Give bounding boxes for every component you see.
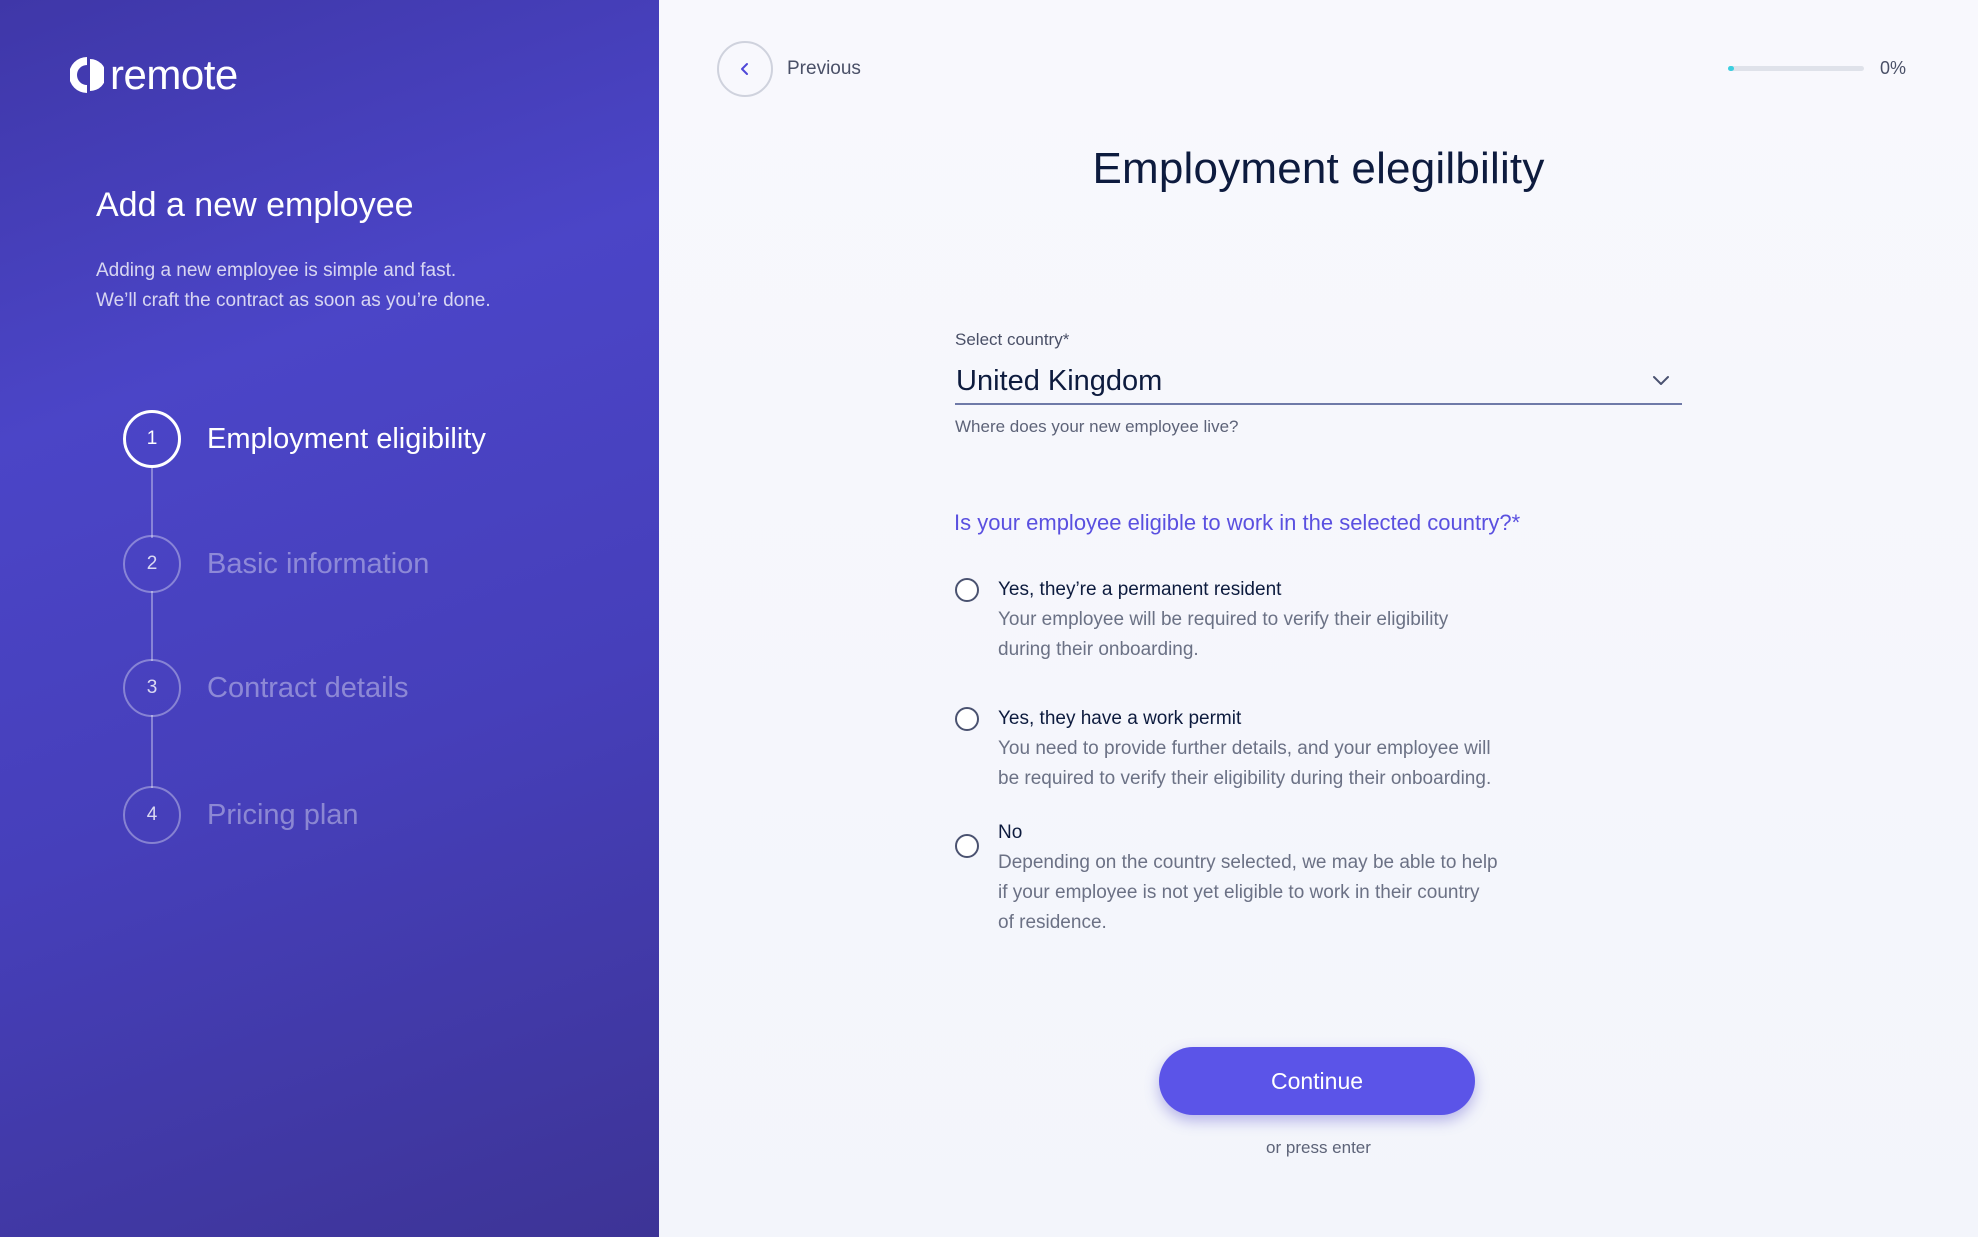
previous-label: Previous <box>787 58 861 79</box>
step-number: 2 <box>123 535 181 593</box>
progress-track <box>1727 66 1864 71</box>
progress-indicator: 0% <box>1727 58 1906 79</box>
option-description-line: if your employee is not yet eligible to … <box>998 882 1480 903</box>
option-title: No <box>998 822 1023 843</box>
country-field-help: Where does your new employee live? <box>955 417 1239 436</box>
option-title: Yes, they have a work permit <box>998 708 1242 729</box>
option-permanent-resident[interactable]: Yes, they’re a permanent resident Your e… <box>955 575 1575 665</box>
sidebar: remote Add a new employee Adding a new e… <box>0 0 659 1237</box>
press-enter-hint: or press enter <box>1266 1138 1371 1157</box>
option-description-line: be required to verify their eligibility … <box>998 768 1492 789</box>
page-title: Employment elegilbility <box>1092 144 1545 193</box>
step-label: Contract details <box>207 671 409 704</box>
step-number: 1 <box>123 410 181 468</box>
stepper-connector <box>151 466 153 538</box>
sidebar-title: Add a new employee <box>96 186 414 224</box>
progress-percent: 0% <box>1879 58 1906 78</box>
sidebar-description: Adding a new employee is simple and fast… <box>96 256 556 316</box>
previous-circle[interactable] <box>717 41 773 97</box>
step-contract-details[interactable]: 3 Contract details <box>123 659 409 717</box>
step-pricing-plan[interactable]: 4 Pricing plan <box>123 786 359 844</box>
option-work-permit[interactable]: Yes, they have a work permit You need to… <box>955 704 1575 794</box>
chevron-left-icon <box>741 63 748 75</box>
sidebar-description-line: Adding a new employee is simple and fast… <box>96 260 457 281</box>
step-basic-information[interactable]: 2 Basic information <box>123 535 429 593</box>
step-label: Basic information <box>207 547 430 580</box>
option-title: Yes, they’re a permanent resident <box>998 579 1282 600</box>
remote-logo-icon <box>70 57 104 93</box>
step-employment-eligibility[interactable]: 1 Employment eligibility <box>123 410 486 468</box>
radio-work-permit[interactable] <box>955 707 979 731</box>
option-no[interactable]: No Depending on the country selected, we… <box>955 818 1575 938</box>
brand-logo[interactable]: remote <box>70 54 238 96</box>
chevron-down-icon <box>1653 376 1669 385</box>
option-description-line: Your employee will be required to verify… <box>998 609 1449 630</box>
continue-button[interactable]: Continue <box>1159 1047 1475 1115</box>
main-panel: Previous 0% Employment elegilbility Sele… <box>659 0 1978 1237</box>
option-description-line: during their onboarding. <box>998 639 1199 660</box>
option-description-line: Depending on the country selected, we ma… <box>998 852 1498 873</box>
step-number: 3 <box>123 659 181 717</box>
option-description-line: You need to provide further details, and… <box>998 738 1491 759</box>
country-select-value: United Kingdom <box>956 364 1163 397</box>
step-label: Employment eligibility <box>207 422 486 455</box>
step-label: Pricing plan <box>207 798 359 831</box>
step-number: 4 <box>123 786 181 844</box>
radio-permanent-resident[interactable] <box>955 578 979 602</box>
country-field: Select country* United Kingdom Where doe… <box>955 330 1682 437</box>
eligibility-question: Is your employee eligible to work in the… <box>954 510 1521 535</box>
sidebar-description-line: We’ll craft the contract as soon as you’… <box>96 290 491 311</box>
country-select[interactable]: United Kingdom <box>955 359 1682 405</box>
stepper-connector <box>151 715 153 788</box>
option-description-line: of residence. <box>998 912 1107 933</box>
logo-text: remote <box>110 51 238 98</box>
country-field-label: Select country* <box>955 330 1070 349</box>
radio-no[interactable] <box>955 834 979 858</box>
previous-button[interactable]: Previous <box>717 41 861 97</box>
stepper-connector <box>151 591 153 661</box>
progress-fill <box>1727 66 1734 71</box>
